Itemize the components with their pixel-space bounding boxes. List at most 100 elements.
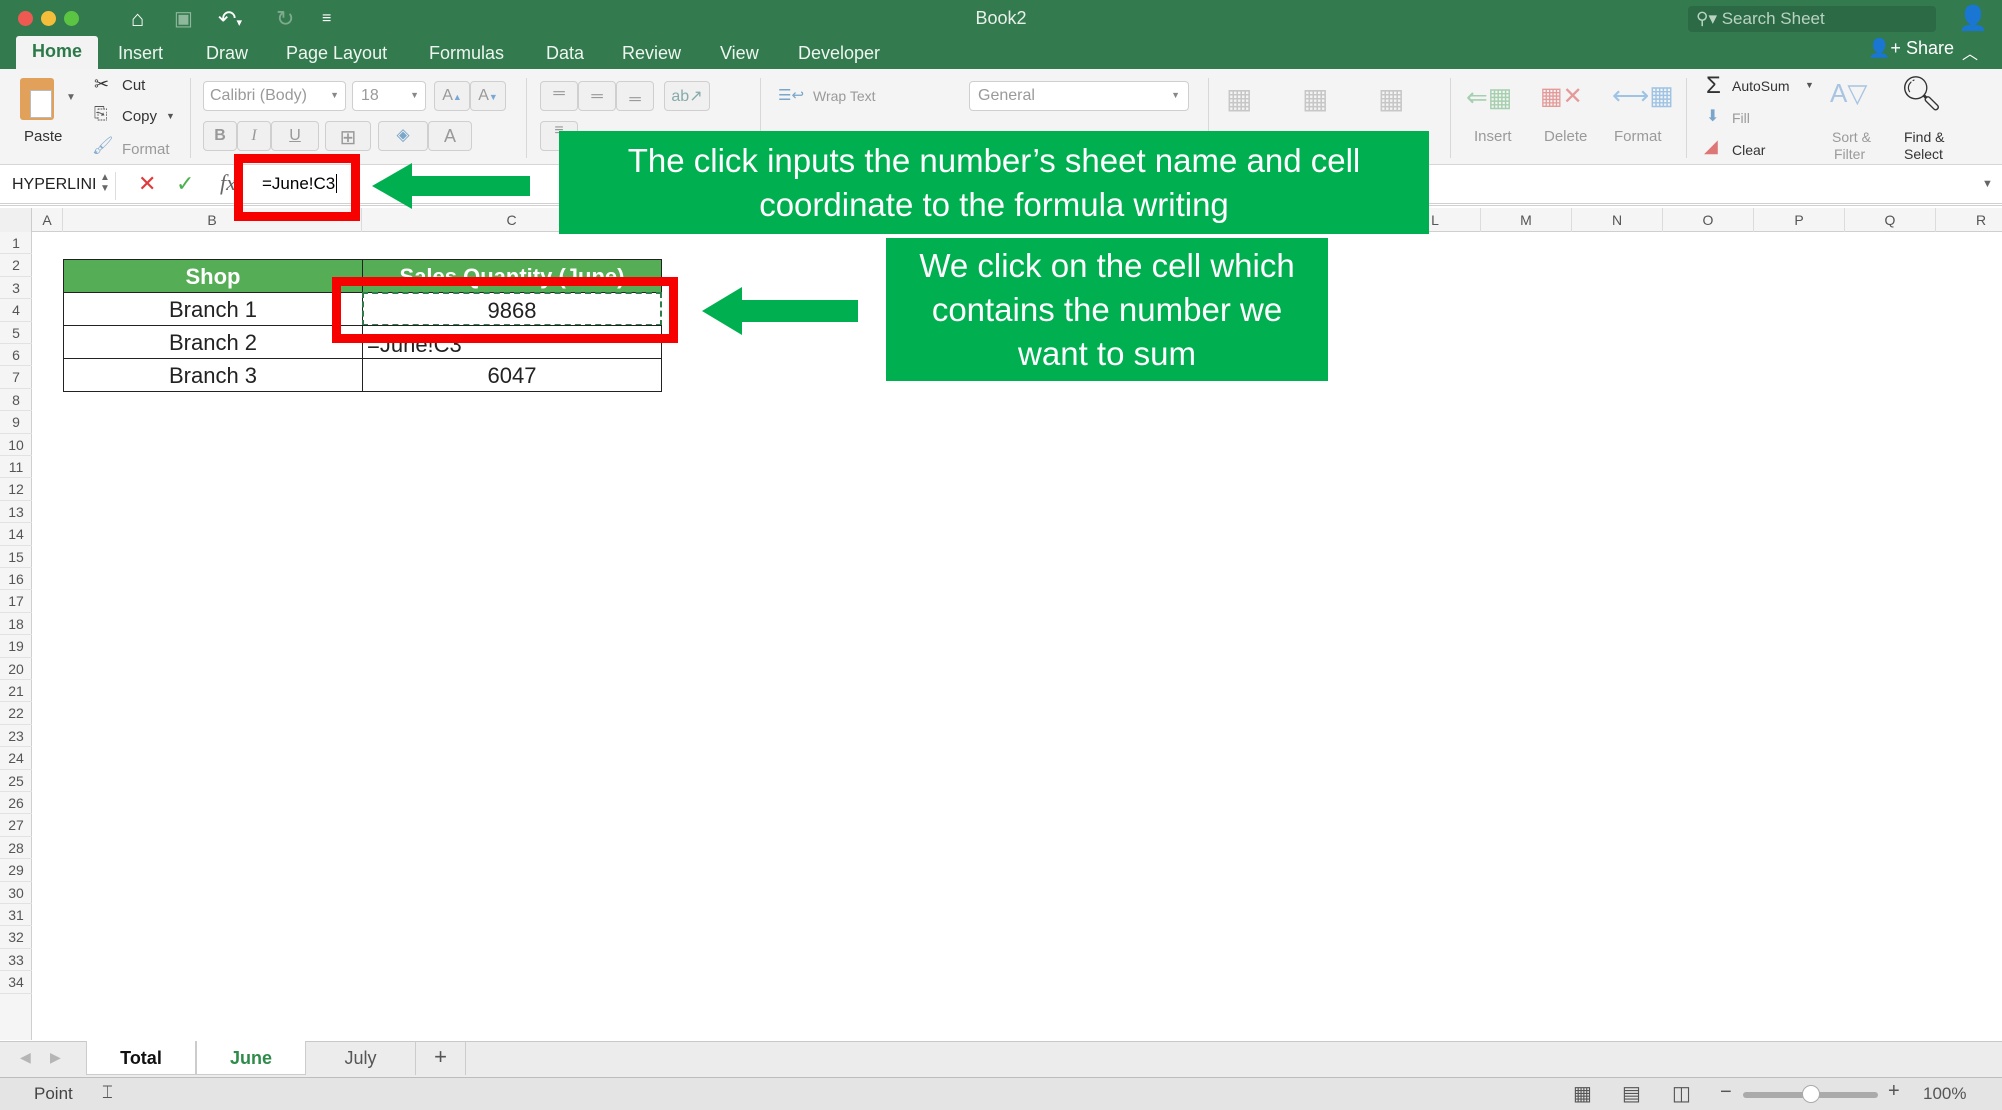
grow-font-button[interactable]: A▲ (434, 81, 470, 111)
row-header-9[interactable]: 9 (0, 411, 32, 434)
paste-icon[interactable] (20, 78, 54, 120)
collapse-ribbon-icon[interactable]: ︿ (1962, 40, 1978, 64)
find-select-label-2[interactable]: Select (1904, 146, 1943, 162)
page-break-view-icon[interactable]: ◫ (1672, 1081, 1691, 1106)
zoom-in-button[interactable]: + (1888, 1080, 1900, 1103)
row-header-24[interactable]: 24 (0, 747, 32, 770)
zoom-slider-thumb[interactable] (1801, 1085, 1820, 1103)
tab-insert[interactable]: Insert (118, 40, 163, 67)
row-header-33[interactable]: 33 (0, 949, 32, 972)
page-layout-view-icon[interactable]: ▤ (1622, 1081, 1641, 1106)
tab-view[interactable]: View (720, 40, 759, 67)
normal-view-icon[interactable]: ▦ (1573, 1081, 1592, 1106)
row-header-14[interactable]: 14 (0, 523, 32, 546)
column-header-a[interactable]: A (32, 208, 63, 232)
row-header-31[interactable]: 31 (0, 904, 32, 927)
italic-button[interactable]: I (237, 121, 271, 151)
tab-formulas[interactable]: Formulas (429, 40, 504, 67)
paste-button[interactable]: Paste (24, 128, 62, 145)
row-header-15[interactable]: 15 (0, 546, 32, 568)
cut-button[interactable]: Cut (122, 77, 145, 94)
sort-filter-label-2[interactable]: Filter (1834, 146, 1865, 162)
copy-dropdown-icon[interactable]: ▼ (166, 111, 175, 121)
row-header-8[interactable]: 8 (0, 389, 32, 412)
sheet-tab-june[interactable]: June (196, 1041, 306, 1075)
orientation-button[interactable]: ab↗ (664, 81, 710, 111)
row-header-10[interactable]: 10 (0, 434, 32, 456)
macro-record-icon[interactable]: ⌶ (102, 1082, 113, 1103)
column-header-m[interactable]: M (1481, 208, 1572, 232)
fill-button[interactable]: Fill (1732, 110, 1750, 126)
row-header-17[interactable]: 17 (0, 590, 32, 613)
row-header-27[interactable]: 27 (0, 814, 32, 837)
borders-button[interactable]: ⊞ (325, 121, 371, 151)
cancel-formula-icon[interactable]: ✕ (138, 171, 156, 197)
autosum-dropdown-icon[interactable]: ▼ (1805, 80, 1814, 90)
table-cell-shop[interactable]: Branch 1 (63, 292, 363, 326)
row-header-29[interactable]: 29 (0, 859, 32, 882)
column-header-r[interactable]: R (1936, 208, 2002, 232)
insert-cells-button[interactable]: Insert (1474, 128, 1512, 145)
align-bottom-button[interactable]: ═ (616, 81, 654, 111)
align-top-button[interactable]: ═ (540, 81, 578, 111)
row-header-12[interactable]: 12 (0, 478, 32, 501)
clear-button[interactable]: Clear (1732, 142, 1765, 158)
sheet-tab-total[interactable]: Total (86, 1041, 196, 1075)
row-header-5[interactable]: 5 (0, 322, 32, 344)
format-painter-button[interactable]: Format (122, 141, 170, 158)
share-button[interactable]: 👤+ Share (1868, 38, 1954, 59)
row-header-23[interactable]: 23 (0, 725, 32, 748)
row-header-3[interactable]: 3 (0, 277, 32, 300)
wrap-text-button[interactable]: Wrap Text (813, 88, 876, 104)
tab-home[interactable]: Home (16, 36, 98, 69)
conditional-formatting-icon[interactable]: ▦ (1226, 82, 1252, 115)
column-header-n[interactable]: N (1572, 208, 1663, 232)
format-as-table-icon[interactable]: ▦ (1302, 82, 1328, 115)
fill-color-button[interactable]: ◈ (378, 121, 428, 151)
paste-dropdown-icon[interactable]: ▼ (66, 92, 76, 103)
bold-button[interactable]: B (203, 121, 237, 151)
add-sheet-button[interactable]: + (416, 1041, 466, 1075)
shrink-font-button[interactable]: A▼ (470, 81, 506, 111)
column-header-q[interactable]: Q (1845, 208, 1936, 232)
tab-draw[interactable]: Draw (206, 40, 248, 67)
column-header-p[interactable]: P (1754, 208, 1845, 232)
expand-formula-bar-icon[interactable]: ▼ (1982, 178, 1993, 190)
row-header-26[interactable]: 26 (0, 792, 32, 815)
align-middle-button[interactable]: ═ (578, 81, 616, 111)
tab-page-layout[interactable]: Page Layout (286, 40, 387, 67)
row-header-22[interactable]: 22 (0, 702, 32, 725)
row-header-6[interactable]: 6 (0, 344, 32, 367)
number-format-select[interactable]: General ▼ (969, 81, 1189, 111)
row-header-32[interactable]: 32 (0, 926, 32, 949)
row-header-7[interactable]: 7 (0, 366, 32, 389)
name-box-stepper[interactable]: ▲ ▼ (100, 172, 110, 194)
zoom-out-button[interactable]: − (1720, 1081, 1732, 1104)
sort-filter-label-1[interactable]: Sort & (1832, 129, 1871, 145)
tab-data[interactable]: Data (546, 40, 584, 67)
delete-cells-button[interactable]: Delete (1544, 128, 1587, 145)
cell-styles-icon[interactable]: ▦ (1378, 82, 1404, 115)
row-header-21[interactable]: 21 (0, 680, 32, 703)
copy-button[interactable]: Copy (122, 108, 157, 125)
row-header-11[interactable]: 11 (0, 456, 32, 479)
row-header-30[interactable]: 30 (0, 882, 32, 904)
row-header-13[interactable]: 13 (0, 501, 32, 524)
table-cell-quantity[interactable]: 6047 (362, 358, 662, 392)
row-header-1[interactable]: 1 (0, 232, 32, 255)
font-size-select[interactable]: 18 ▼ (352, 81, 426, 111)
row-header-20[interactable]: 20 (0, 658, 32, 680)
row-header-34[interactable]: 34 (0, 971, 32, 994)
next-sheet-icon[interactable]: ▶ (50, 1049, 61, 1066)
table-header-shop[interactable]: Shop (63, 259, 363, 293)
column-header-o[interactable]: O (1663, 208, 1754, 232)
row-header-19[interactable]: 19 (0, 635, 32, 658)
tab-developer[interactable]: Developer (798, 40, 880, 67)
table-cell-shop[interactable]: Branch 3 (63, 358, 363, 392)
table-cell-shop[interactable]: Branch 2 (63, 325, 363, 359)
row-header-2[interactable]: 2 (0, 254, 32, 277)
select-all-button[interactable] (0, 208, 32, 232)
row-header-4[interactable]: 4 (0, 299, 32, 322)
autosum-button[interactable]: AutoSum (1732, 78, 1790, 94)
search-sheet-input[interactable]: ⚲▾ Search Sheet (1688, 6, 1936, 32)
